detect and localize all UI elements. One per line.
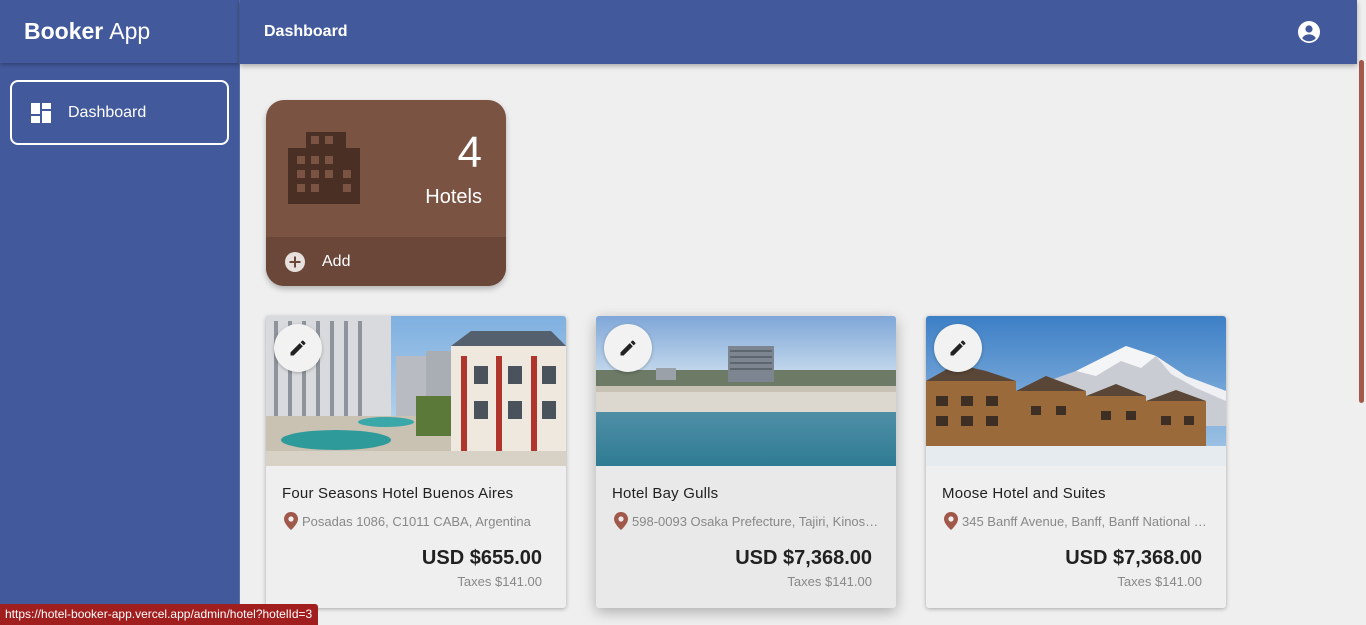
hotel-address: 598-0093 Osaka Prefecture, Tajiri, Kinos… <box>614 512 880 530</box>
brand-light: App <box>109 18 151 44</box>
edit-pencil-icon <box>620 340 636 356</box>
hotel-card[interactable]: Moose Hotel and Suites 345 Banff Avenue,… <box>926 316 1226 608</box>
sidebar-item-dashboard[interactable]: Dashboard <box>10 80 229 145</box>
add-hotel-label: Add <box>322 252 351 270</box>
location-pin-icon <box>284 512 298 530</box>
hotel-price: USD $7,368.00 <box>735 547 872 569</box>
brand-bold: Booker <box>24 18 104 44</box>
hotel-card[interactable]: Four Seasons Hotel Buenos Aires Posadas … <box>266 316 566 608</box>
building-icon <box>288 132 360 204</box>
hotel-name[interactable]: Hotel Bay Gulls <box>612 485 718 502</box>
hotel-taxes: Taxes $141.00 <box>457 574 542 589</box>
hotel-address-text: Posadas 1086, C1011 CABA, Argentina <box>302 513 531 529</box>
scrollbar-thumb[interactable] <box>1359 60 1364 403</box>
app-brand[interactable]: Booker App <box>0 0 239 63</box>
hotel-name[interactable]: Moose Hotel and Suites <box>942 485 1106 502</box>
dashboard-icon <box>31 102 51 123</box>
page-title: Dashboard <box>264 23 348 40</box>
edit-hotel-button[interactable] <box>934 324 982 372</box>
link-status-bar: https://hotel-booker-app.vercel.app/admi… <box>0 604 319 625</box>
hotel-name[interactable]: Four Seasons Hotel Buenos Aires <box>282 485 513 502</box>
edit-pencil-icon <box>290 340 306 356</box>
hotel-address: 345 Banff Avenue, Banff, Banff National … <box>944 512 1210 530</box>
sidebar-divider <box>239 0 240 625</box>
hotel-taxes: Taxes $141.00 <box>1117 574 1202 589</box>
hotel-address: Posadas 1086, C1011 CABA, Argentina <box>284 512 550 530</box>
hotel-taxes: Taxes $141.00 <box>787 574 872 589</box>
hotel-address-text: 598-0093 Osaka Prefecture, Tajiri, Kinos… <box>632 513 880 529</box>
edit-hotel-button[interactable] <box>604 324 652 372</box>
location-pin-icon <box>614 512 628 530</box>
top-app-bar: Dashboard <box>240 0 1357 64</box>
edit-pencil-icon <box>950 340 966 356</box>
hotel-card[interactable]: Hotel Bay Gulls 598-0093 Osaka Prefectur… <box>596 316 896 608</box>
add-hotel-button[interactable]: Add <box>266 237 506 286</box>
location-pin-icon <box>944 512 958 530</box>
page-scrollbar[interactable] <box>1357 0 1366 625</box>
hotel-price: USD $655.00 <box>421 547 542 569</box>
hotel-address-text: 345 Banff Avenue, Banff, Banff National … <box>962 513 1210 529</box>
account-circle-icon[interactable] <box>1297 20 1321 44</box>
sidebar-item-label: Dashboard <box>68 103 147 121</box>
hotels-count-label: Hotels <box>425 186 482 208</box>
hotels-stat-card: 4 Hotels Add <box>266 100 506 286</box>
hotels-count: 4 <box>457 128 482 177</box>
add-circle-icon <box>285 251 305 272</box>
sidebar: Booker App Dashboard <box>0 0 239 625</box>
hotel-price: USD $7,368.00 <box>1065 547 1202 569</box>
edit-hotel-button[interactable] <box>274 324 322 372</box>
